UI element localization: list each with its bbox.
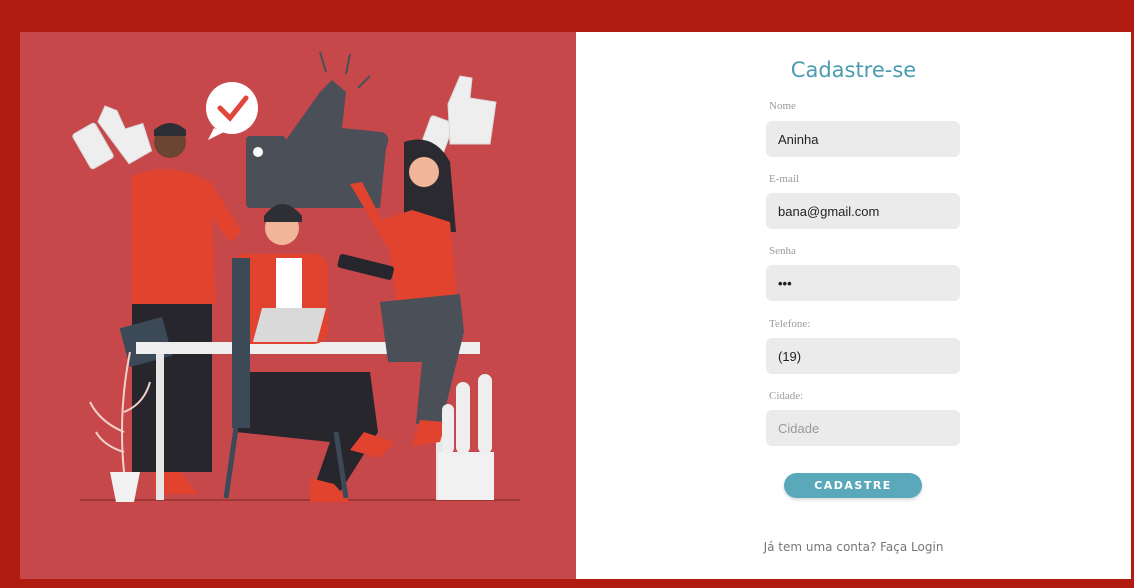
signup-form: Cadastre-se Nome E-mail Senha Telefone: … <box>576 32 1131 579</box>
email-field[interactable] <box>766 193 960 229</box>
name-label: Nome <box>769 100 796 112</box>
city-label: Cidade: <box>769 390 804 402</box>
page-title: Cadastre-se <box>790 58 917 82</box>
password-field[interactable] <box>766 265 960 301</box>
email-label: E-mail <box>769 173 799 185</box>
password-label: Senha <box>769 245 796 257</box>
illustration-panel <box>20 32 576 579</box>
phone-label: Telefone: <box>769 318 811 330</box>
signup-card: Cadastre-se Nome E-mail Senha Telefone: … <box>20 32 1131 579</box>
login-link[interactable]: Já tem uma conta? Faça Login <box>576 540 1131 554</box>
cadastre-button[interactable]: CADASTRE <box>784 473 922 498</box>
phone-field[interactable] <box>766 338 960 374</box>
city-field[interactable] <box>766 410 960 446</box>
team-thumbs-up-illustration <box>72 51 520 502</box>
name-field[interactable] <box>766 121 960 157</box>
